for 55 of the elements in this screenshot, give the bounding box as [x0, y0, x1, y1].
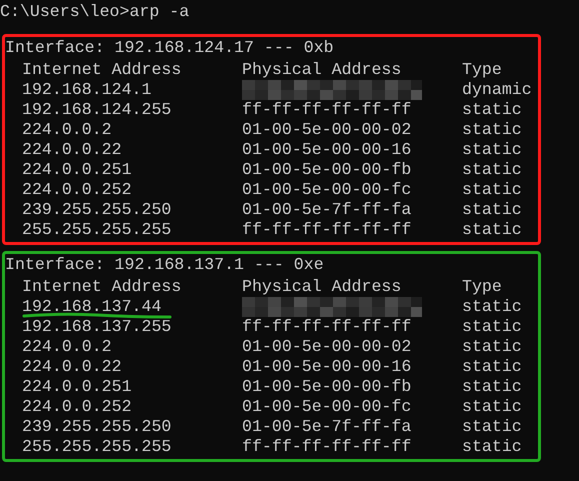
ip-address: 192.168.137.44 [22, 297, 242, 317]
ip-address: 224.0.0.2 [22, 120, 113, 140]
ip-address: 239.255.255.250 [22, 200, 172, 220]
entry-type: static [462, 417, 522, 437]
ip-address: 224.0.0.2 [22, 337, 113, 357]
ip-address: 192.168.137.255 [22, 317, 172, 337]
mac-address: 01-00-5e-00-00-fc [242, 397, 412, 417]
entry-type: static [462, 397, 522, 417]
mac-address: 01-00-5e-7f-ff-fa [242, 417, 412, 437]
ip-address: 192.168.124.1 [22, 80, 152, 100]
mac-address: ff-ff-ff-ff-ff-ff [242, 317, 412, 337]
entry-type: static [462, 357, 522, 377]
ip-address: 224.0.0.252 [22, 180, 133, 200]
mac-address: 01-00-5e-00-00-16 [242, 140, 412, 160]
entry-type: static [462, 180, 522, 200]
ip-address: 224.0.0.22 [22, 357, 123, 377]
ip-address: 224.0.0.252 [22, 397, 133, 417]
interface-header: Interface: 192.168.137.1 --- 0xe [5, 255, 325, 275]
ip-address: 224.0.0.22 [22, 140, 123, 160]
ip-address: 224.0.0.251 [22, 160, 133, 180]
ip-address: 255.255.255.255 [22, 220, 172, 240]
entry-type: dynamic [462, 80, 532, 100]
interface-header: Interface: 192.168.124.17 --- 0xb [5, 38, 335, 58]
entry-type: static [462, 120, 522, 140]
column-header: Type [462, 60, 502, 80]
column-header: Internet Address [22, 60, 182, 80]
ip-address: 239.255.255.250 [22, 417, 172, 437]
column-header: Internet Address [22, 277, 182, 297]
entry-type: static [462, 140, 522, 160]
mac-address: 01-00-5e-7f-ff-fa [242, 200, 412, 220]
ip-address: 255.255.255.255 [22, 437, 172, 457]
mac-address: 01-00-5e-00-00-02 [242, 337, 412, 357]
entry-type: static [462, 297, 522, 317]
mac-address: ff-ff-ff-ff-ff-ff [242, 100, 412, 120]
column-header: Physical Address [242, 60, 402, 80]
entry-type: static [462, 317, 522, 337]
mac-address: 01-00-5e-00-00-02 [242, 120, 412, 140]
ip-address: 224.0.0.251 [22, 377, 133, 397]
column-header: Physical Address [242, 277, 402, 297]
entry-type: static [462, 337, 522, 357]
ip-address: 192.168.124.255 [22, 100, 172, 120]
entry-type: static [462, 200, 522, 220]
entry-type: static [462, 160, 522, 180]
entry-type: static [462, 100, 522, 120]
command-line: C:\Users\leo>arp -a [0, 2, 190, 22]
mac-address: 01-00-5e-00-00-fc [242, 180, 412, 200]
entry-type: static [462, 220, 522, 240]
mac-address: 01-00-5e-00-00-fb [242, 160, 412, 180]
entry-type: static [462, 377, 522, 397]
mac-address: 01-00-5e-00-00-16 [242, 357, 412, 377]
mac-address: ff-ff-ff-ff-ff-ff [242, 437, 412, 457]
column-header: Type [462, 277, 502, 297]
mac-address: 01-00-5e-00-00-fb [242, 377, 412, 397]
entry-type: static [462, 437, 522, 457]
mac-address: ff-ff-ff-ff-ff-ff [242, 220, 412, 240]
